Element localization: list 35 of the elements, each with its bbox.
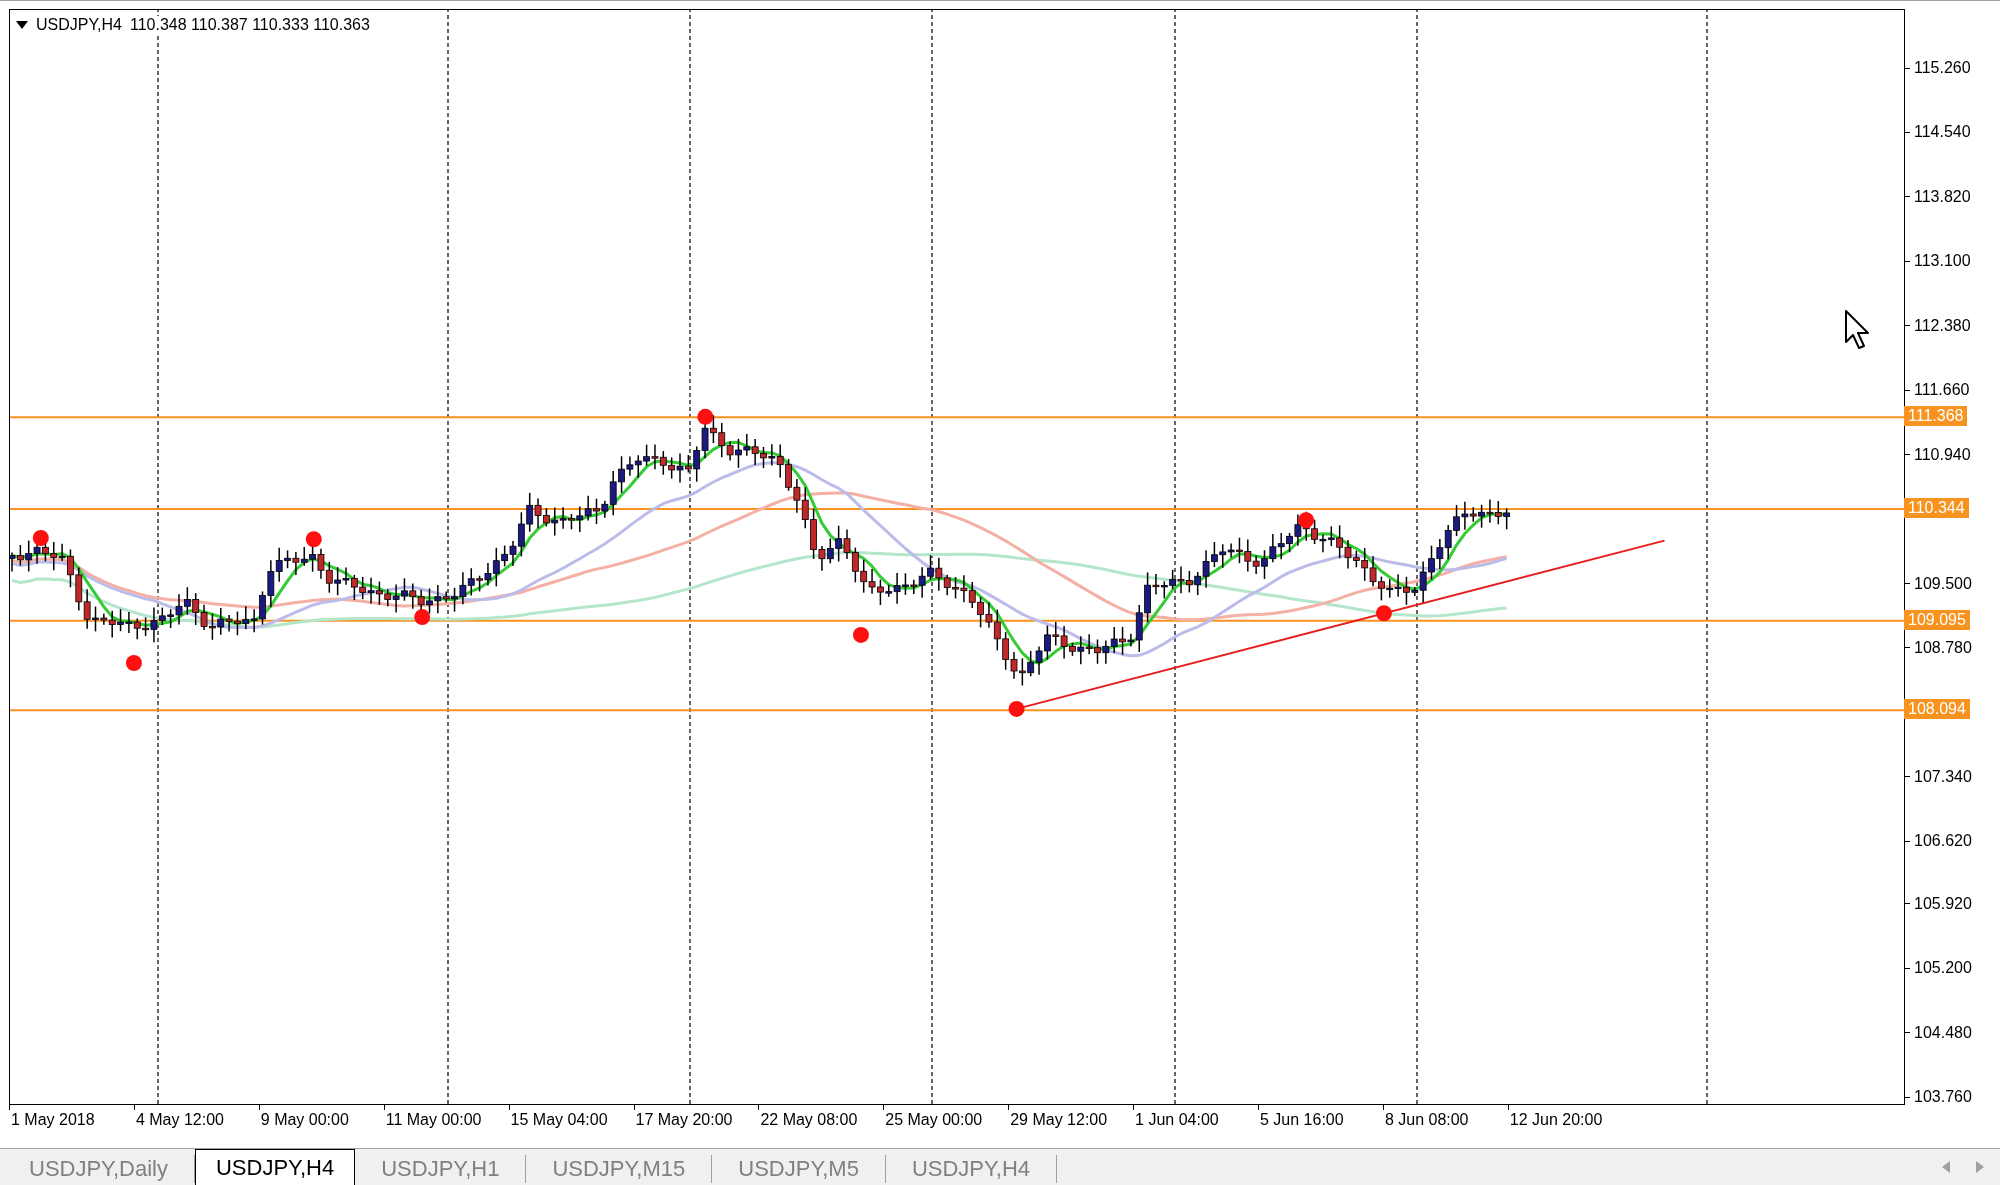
- time-axis-label: 9 May 00:00: [259, 1111, 349, 1129]
- time-axis-label: 17 May 20:00: [634, 1111, 733, 1129]
- price-level-label: 111.368: [1904, 406, 1968, 427]
- time-axis-label: 25 May 00:00: [884, 1111, 983, 1129]
- time-axis-label: 29 May 12:00: [1009, 1111, 1108, 1129]
- time-axis-label: 15 May 04:00: [509, 1111, 608, 1129]
- price-axis-label: 113.820: [1914, 187, 1971, 206]
- chart-tab[interactable]: USDJPY,H4: [195, 1149, 356, 1185]
- price-axis-label: 115.260: [1914, 59, 1971, 77]
- price-axis-label: 112.380: [1914, 316, 1971, 335]
- price-axis-label: 107.340: [1914, 767, 1972, 786]
- price-axis-label: 110.940: [1914, 445, 1971, 464]
- symbol-label: USDJPY,H4: [36, 16, 122, 34]
- price-axis-label: 103.760: [1914, 1088, 1972, 1107]
- time-axis-label: 12 Jun 20:00: [1508, 1111, 1603, 1129]
- price-axis-label: 111.660: [1914, 381, 1970, 400]
- price-axis-label: 105.200: [1914, 959, 1972, 978]
- ohlc-values: 110.348 110.387 110.333 110.363: [129, 16, 370, 34]
- price-level-label: 110.344: [1904, 497, 1969, 518]
- time-axis-label: 8 Jun 08:00: [1383, 1111, 1469, 1129]
- time-axis-label: 4 May 12:00: [134, 1111, 224, 1129]
- time-axis-label: 22 May 08:00: [759, 1111, 858, 1129]
- price-level-label: 109.095: [1904, 609, 1970, 630]
- price-axis-label: 108.780: [1914, 638, 1972, 657]
- price-axis-label: 105.920: [1914, 894, 1972, 913]
- time-axis-label: 5 Jun 16:00: [1259, 1111, 1344, 1129]
- time-axis-label: 1 May 2018: [10, 1111, 95, 1129]
- time-axis-label: 1 Jun 04:00: [1134, 1111, 1219, 1129]
- time-axis-label: 11 May 00:00: [384, 1111, 482, 1129]
- price-axis-label: 104.480: [1914, 1023, 1972, 1042]
- price-level-label: 108.094: [1904, 699, 1970, 720]
- price-axis-label: 114.540: [1914, 123, 1971, 142]
- price-axis-label: 106.620: [1914, 832, 1972, 851]
- price-axis-label: 113.100: [1914, 252, 1971, 271]
- price-axis-label: 109.500: [1914, 574, 1972, 593]
